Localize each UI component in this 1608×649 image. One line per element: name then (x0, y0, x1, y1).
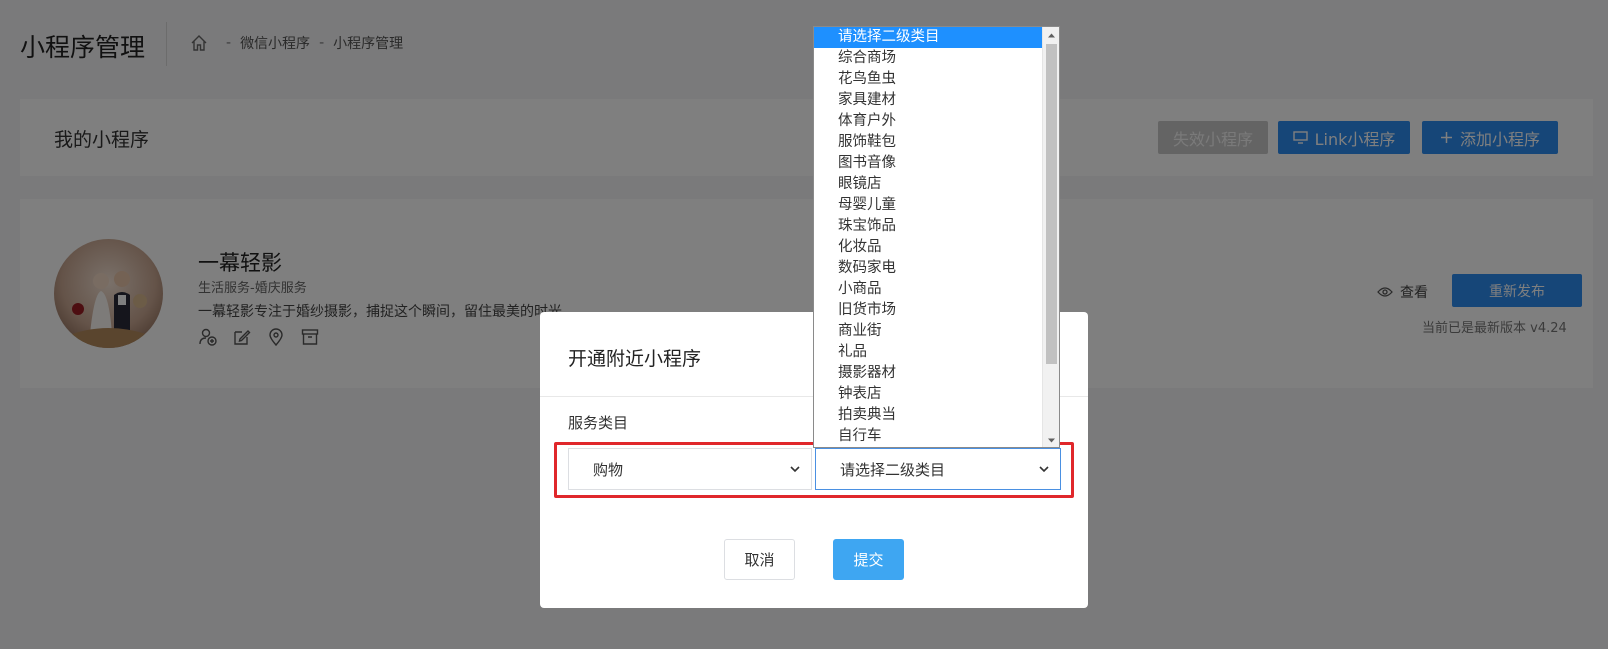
annotation-highlight-box (554, 442, 1074, 498)
dropdown-option-placeholder[interactable]: 请选择二级类目 (814, 27, 1042, 48)
secondary-category-dropdown: 请选择二级类目 综合商场 花鸟鱼虫 家具建材 体育户外 服饰鞋包 图书音像 眼镜… (813, 26, 1060, 448)
dropdown-option[interactable]: 旧货市场 (814, 300, 1042, 321)
service-category-label: 服务类目 (568, 414, 629, 432)
modal-title: 开通附近小程序 (568, 348, 702, 370)
dropdown-option[interactable]: 家具建材 (814, 90, 1042, 111)
dropdown-option[interactable]: 自行车 (814, 426, 1042, 447)
dropdown-option[interactable]: 服饰鞋包 (814, 132, 1042, 153)
dropdown-option[interactable]: 图书音像 (814, 153, 1042, 174)
dropdown-option[interactable]: 综合商场 (814, 48, 1042, 69)
dropdown-options-list: 请选择二级类目 综合商场 花鸟鱼虫 家具建材 体育户外 服饰鞋包 图书音像 眼镜… (814, 27, 1042, 447)
scroll-down-arrow-icon[interactable] (1047, 436, 1056, 445)
dropdown-option[interactable]: 珠宝饰品 (814, 216, 1042, 237)
dropdown-option[interactable]: 商业街 (814, 321, 1042, 342)
dropdown-option[interactable]: 拍卖典当 (814, 405, 1042, 426)
dropdown-option[interactable]: 小商品 (814, 279, 1042, 300)
scroll-up-arrow-icon[interactable] (1047, 31, 1056, 40)
dropdown-option[interactable]: 母婴儿童 (814, 195, 1042, 216)
dropdown-scrollbar[interactable] (1042, 27, 1059, 447)
dropdown-option[interactable]: 钟表店 (814, 384, 1042, 405)
cancel-button[interactable]: 取消 (724, 539, 795, 580)
dropdown-option[interactable]: 数码家电 (814, 258, 1042, 279)
dropdown-option[interactable]: 礼品 (814, 342, 1042, 363)
dropdown-option[interactable]: 摄影器材 (814, 363, 1042, 384)
dropdown-option[interactable]: 花鸟鱼虫 (814, 69, 1042, 90)
dropdown-option[interactable]: 眼镜店 (814, 174, 1042, 195)
scrollbar-thumb[interactable] (1046, 44, 1057, 364)
dropdown-option[interactable]: 化妆品 (814, 237, 1042, 258)
dropdown-option[interactable]: 体育户外 (814, 111, 1042, 132)
submit-button[interactable]: 提交 (833, 539, 904, 580)
